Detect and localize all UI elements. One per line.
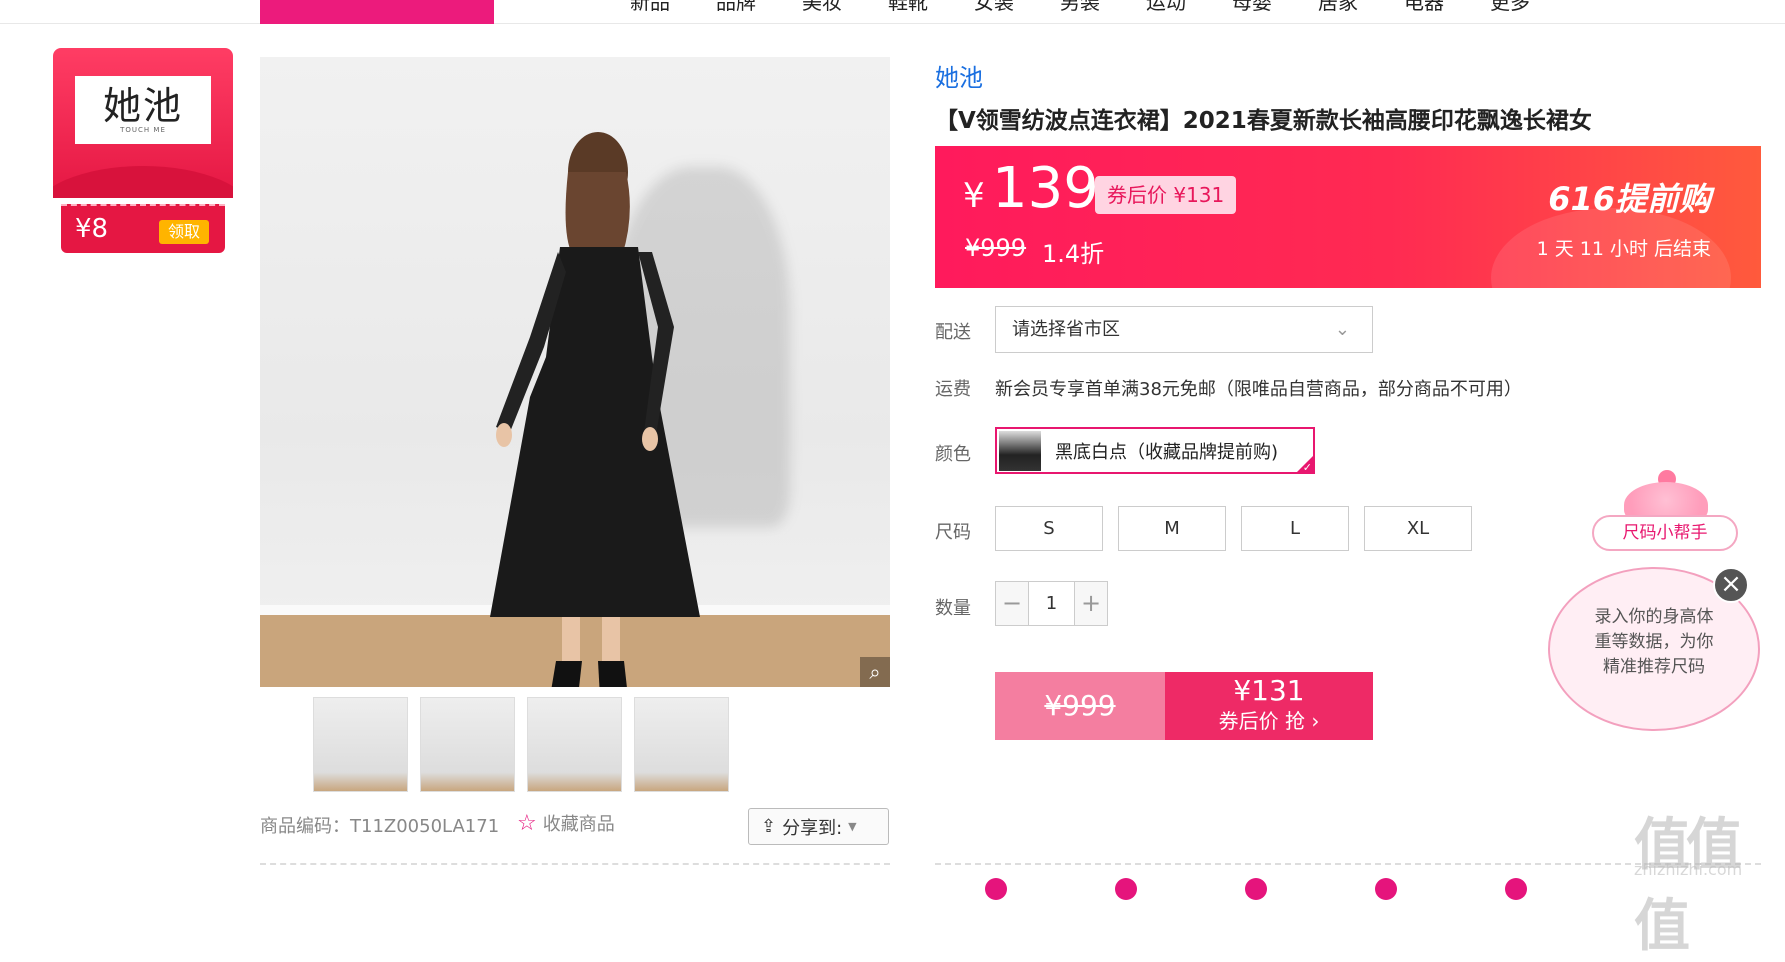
coupon-price-badge: 券后价 ¥131 xyxy=(1095,176,1237,214)
thumbnail-4[interactable] xyxy=(634,697,729,792)
shipping-info: 新会员专享首单满38元免邮（限唯品自营商品，部分商品不可用） xyxy=(995,379,1522,400)
coupon-strip: ¥8 领取 xyxy=(61,204,225,253)
thumbnail-3[interactable] xyxy=(527,697,622,792)
chevron-down-icon: ▼ xyxy=(848,820,857,833)
size-option-m[interactable]: M xyxy=(1118,506,1226,551)
quantity-decrease-button[interactable]: − xyxy=(996,582,1028,625)
brand-logo: 她池 TOUCH ME xyxy=(75,76,211,144)
nav-item[interactable]: 母婴 xyxy=(1232,0,1272,15)
service-icon xyxy=(1375,878,1397,900)
share-button[interactable]: ⇪ 分享到: ▼ xyxy=(748,808,889,845)
nav-item[interactable]: 运动 xyxy=(1146,0,1186,15)
quantity-increase-button[interactable]: + xyxy=(1075,582,1107,625)
brand-link[interactable]: 她池 xyxy=(935,58,983,93)
thumbnail-strip xyxy=(313,697,729,792)
buy-price: ¥131 xyxy=(1233,674,1305,707)
service-icon xyxy=(1115,878,1137,900)
thumbnail-2[interactable] xyxy=(420,697,515,792)
coupon-amount: ¥8 xyxy=(75,214,109,244)
shipping-label: 运费 xyxy=(935,379,971,400)
size-option-s[interactable]: S xyxy=(995,506,1103,551)
current-price: 139 xyxy=(992,156,1099,221)
thumbnail-1[interactable] xyxy=(313,697,408,792)
chevron-down-icon: ⌄ xyxy=(1334,319,1350,340)
watermark-url: zhizhizhi.com xyxy=(1634,860,1743,879)
size-helper-button[interactable]: 尺码小帮手 xyxy=(1592,515,1738,551)
color-option-label: 黑底白点（收藏品牌提前购) xyxy=(1055,441,1279,463)
quantity-stepper: − 1 + xyxy=(995,581,1108,626)
top-nav: 新品 品牌 美妆 鞋靴 女装 男装 运动 母婴 居家 电器 更多 xyxy=(0,0,1785,24)
countdown: 1 天 11 小时 后结束 xyxy=(1536,238,1711,260)
nav-items: 新品 品牌 美妆 鞋靴 女装 男装 运动 母婴 居家 电器 更多 xyxy=(630,0,1530,15)
share-icon: ⇪ xyxy=(761,816,777,837)
nav-item[interactable]: 男装 xyxy=(1060,0,1100,15)
nav-item[interactable]: 女装 xyxy=(974,0,1014,15)
close-icon[interactable]: × xyxy=(1713,567,1749,603)
watermark-logo: 值值值 xyxy=(1634,813,1742,959)
region-select[interactable]: 请选择省市区 ⌄ xyxy=(995,306,1373,353)
brand-coupon[interactable]: 她池 TOUCH ME ¥8 领取 xyxy=(53,48,233,253)
brand-logo-text: 她池 xyxy=(102,84,183,128)
color-thumbnail xyxy=(999,430,1041,471)
share-label: 分享到: xyxy=(782,817,843,839)
helper-line: 重等数据，为你 xyxy=(1594,632,1714,652)
buy-original-price[interactable]: ¥999 xyxy=(995,672,1165,740)
quantity-input[interactable]: 1 xyxy=(1028,582,1075,625)
claim-coupon-button[interactable]: 领取 xyxy=(159,220,209,244)
event-title: 616提前购 xyxy=(1548,180,1711,218)
original-price: ¥999 xyxy=(965,234,1027,262)
currency-symbol: ¥ xyxy=(963,176,985,216)
discount-rate: 1.4折 xyxy=(1042,240,1105,268)
service-icon xyxy=(1505,878,1527,900)
check-icon: ✓ xyxy=(1302,461,1312,474)
region-placeholder: 请选择省市区 xyxy=(1012,319,1120,340)
nav-item[interactable]: 新品 xyxy=(630,0,670,15)
product-title: 【V领雪纺波点连衣裙】2021春夏新款长袖高腰印花飘逸长裙女 xyxy=(935,108,1592,134)
favorite-label: 收藏商品 xyxy=(542,814,615,835)
color-option-selected[interactable]: 黑底白点（收藏品牌提前购) ✓ xyxy=(995,427,1315,474)
size-option-l[interactable]: L xyxy=(1241,506,1349,551)
delivery-label: 配送 xyxy=(935,322,971,343)
buy-button[interactable]: ¥131 券后价 抢 › xyxy=(1165,672,1373,740)
product-sku: 商品编码：T11Z0050LA171 xyxy=(260,816,500,837)
nav-item[interactable]: 居家 xyxy=(1318,0,1358,15)
quantity-label: 数量 xyxy=(935,598,971,619)
nav-item[interactable]: 鞋靴 xyxy=(888,0,928,15)
service-icons xyxy=(985,878,1527,900)
buy-label: 券后价 抢 › xyxy=(1218,709,1320,733)
brand-coupon-top: 她池 TOUCH ME xyxy=(53,48,233,198)
category-tab[interactable] xyxy=(260,0,494,24)
nav-item[interactable]: 电器 xyxy=(1404,0,1444,15)
magnifier-icon[interactable]: ⌕ xyxy=(860,657,890,687)
model-figure xyxy=(490,132,700,687)
main-product-image[interactable]: ⌕ xyxy=(260,57,890,687)
divider xyxy=(260,863,890,865)
helper-line: 录入你的身高体 xyxy=(1594,607,1714,627)
size-option-xl[interactable]: XL xyxy=(1364,506,1472,551)
star-icon: ☆ xyxy=(517,810,537,836)
nav-item[interactable]: 美妆 xyxy=(802,0,842,15)
size-label: 尺码 xyxy=(935,522,971,543)
favorite-button[interactable]: ☆ 收藏商品 xyxy=(517,810,615,836)
color-label: 颜色 xyxy=(935,444,971,465)
nav-item[interactable]: 更多 xyxy=(1490,0,1530,15)
nav-item[interactable]: 品牌 xyxy=(716,0,756,15)
brand-logo-sub: TOUCH ME xyxy=(120,126,166,134)
service-icon xyxy=(1245,878,1267,900)
helper-line: 精准推荐尺码 xyxy=(1603,657,1705,677)
service-icon xyxy=(985,878,1007,900)
price-banner: ¥ 139 券后价 ¥131 ¥999 1.4折 616提前购 1 天 11 小… xyxy=(935,146,1761,288)
